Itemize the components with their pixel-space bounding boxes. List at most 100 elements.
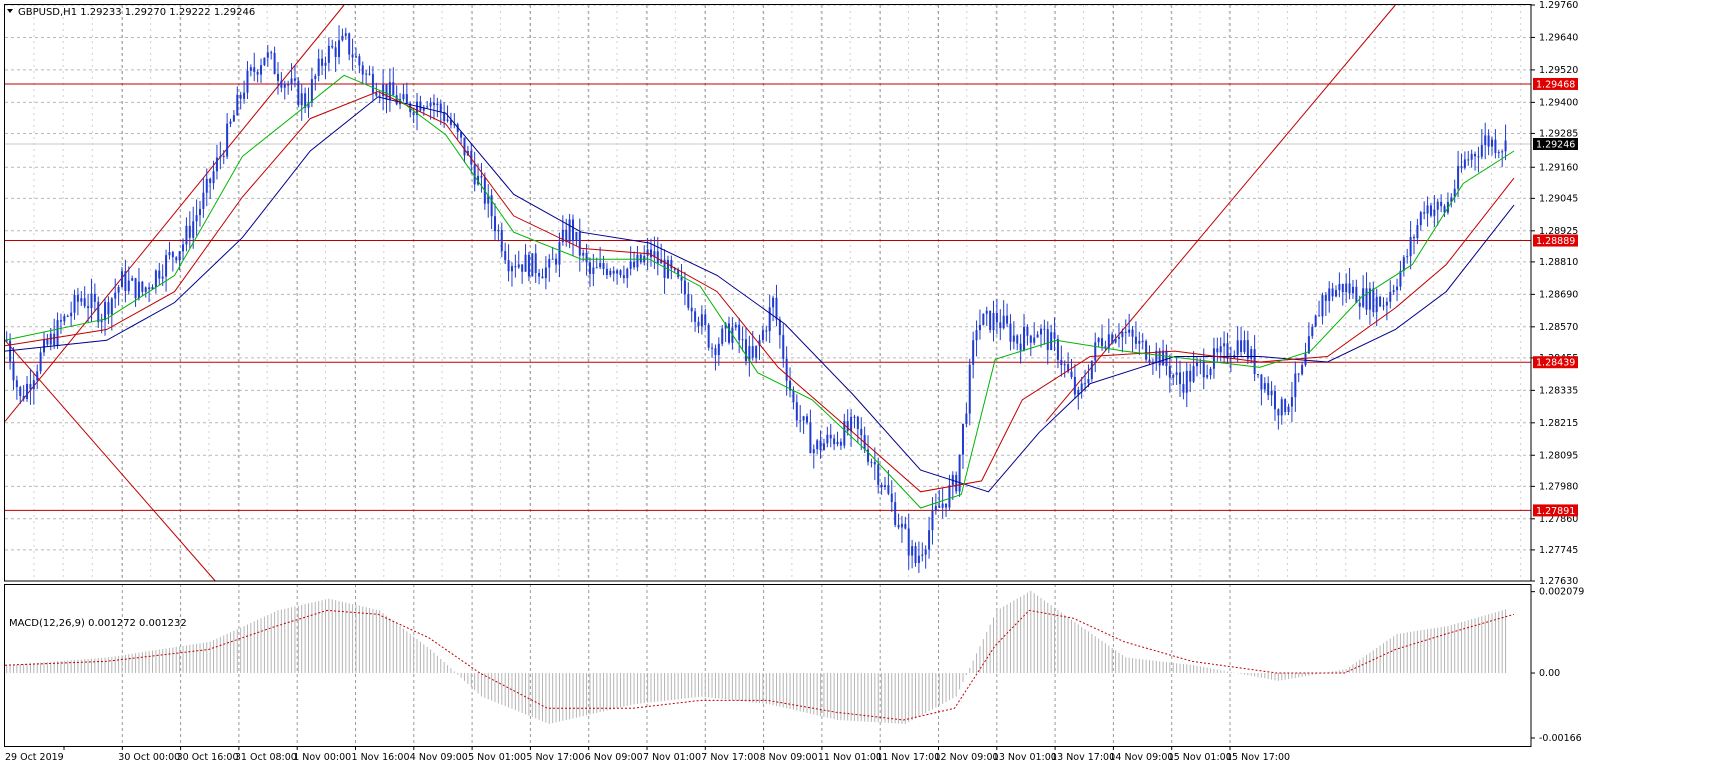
- candle-body: [697, 321, 700, 327]
- candle-body: [907, 528, 910, 556]
- candle-body: [494, 216, 497, 232]
- candle-body: [1477, 156, 1480, 158]
- candle-body: [198, 208, 201, 216]
- candle-body: [256, 71, 259, 75]
- candle-body: [1162, 350, 1165, 366]
- candle-body: [1138, 340, 1141, 344]
- candle-body: [914, 546, 917, 564]
- candle-body: [633, 261, 636, 268]
- candle-body: [639, 254, 642, 263]
- candle-body: [582, 252, 585, 256]
- time-axis-label: 13 Nov 17:00: [1051, 752, 1115, 763]
- candle-body: [958, 454, 961, 492]
- candle-body: [87, 306, 90, 309]
- candle-body: [1223, 343, 1226, 347]
- candle-body: [1487, 135, 1490, 147]
- candle-body: [1351, 286, 1354, 294]
- candle-body: [1202, 361, 1205, 378]
- candle-body: [938, 505, 941, 508]
- candle-body: [1124, 331, 1127, 333]
- macd-axis-label: 0.002079: [1539, 587, 1584, 598]
- candle-body: [694, 311, 697, 322]
- candle-body: [26, 383, 29, 400]
- candle-body: [365, 73, 368, 75]
- candle-body: [941, 503, 944, 508]
- candle-body: [185, 225, 188, 245]
- candle-body: [405, 94, 408, 104]
- candle-body: [1389, 291, 1392, 302]
- candle-body: [158, 270, 161, 279]
- candle-body: [419, 101, 422, 111]
- candle-body: [46, 339, 49, 345]
- price-axis-label: 1.29640: [1539, 32, 1578, 43]
- macd-axis-label: 0.00: [1539, 668, 1560, 679]
- candle-body: [707, 324, 710, 348]
- candle-body: [1416, 225, 1419, 239]
- candle-body: [1026, 326, 1029, 336]
- candle-body: [1321, 295, 1324, 317]
- candle-body: [141, 281, 144, 292]
- candle-body: [578, 232, 581, 256]
- candle-body: [721, 328, 724, 344]
- candle-body: [290, 78, 293, 85]
- candle-body: [1318, 315, 1321, 317]
- candle-body: [1060, 359, 1063, 366]
- candle-body: [527, 254, 530, 277]
- candle-body: [978, 324, 981, 331]
- candle-body: [680, 277, 683, 281]
- price-chart[interactable]: 1.29760 1.29640 1.29520 1.29400 1.29285 1.291…: [0, 0, 1725, 764]
- candle-body: [15, 380, 18, 388]
- candle-body: [799, 420, 802, 422]
- candle-body: [293, 78, 296, 81]
- candle-body: [1246, 340, 1249, 359]
- price-axis-label: 1.28095: [1539, 450, 1578, 461]
- candle-body: [599, 263, 602, 268]
- candle-body: [555, 258, 558, 265]
- candle-body: [1009, 323, 1012, 342]
- candle-body: [968, 364, 971, 414]
- candle-body: [300, 93, 303, 106]
- candle-body: [76, 294, 79, 302]
- candle-body: [829, 434, 832, 439]
- candle-body: [1314, 315, 1317, 327]
- candle-body: [1409, 237, 1412, 257]
- candle-body: [782, 335, 785, 359]
- candle-body: [1270, 391, 1273, 396]
- candle-body: [544, 267, 547, 279]
- candle-body: [1121, 331, 1124, 338]
- candle-body: [134, 278, 137, 299]
- candle-body: [1111, 334, 1114, 343]
- candle-body: [463, 137, 466, 156]
- candle-body: [446, 119, 449, 121]
- candle-body: [1294, 373, 1297, 398]
- candle-body: [310, 79, 313, 103]
- candle-body: [154, 270, 157, 287]
- candle-body: [714, 348, 717, 356]
- candle-body: [1328, 288, 1331, 301]
- candle-body: [1429, 205, 1432, 216]
- candle-body: [1192, 366, 1195, 382]
- candle-body: [351, 54, 354, 58]
- candle-body: [1460, 166, 1463, 168]
- candle-body: [1090, 360, 1093, 379]
- candle-body: [249, 67, 252, 71]
- candle-body: [1419, 212, 1422, 226]
- candle-body: [1039, 328, 1042, 335]
- candle-body: [1504, 140, 1507, 152]
- symbol-header[interactable]: GBPUSD,H1 1.29233 1.29270 1.29222 1.2924…: [7, 7, 255, 18]
- candle-body: [833, 438, 836, 445]
- price-axis-label: 1.28810: [1539, 257, 1578, 268]
- candle-body: [1392, 290, 1395, 292]
- candle-body: [124, 271, 127, 292]
- candle-body: [39, 352, 42, 372]
- candle-body: [1073, 376, 1076, 395]
- candle-body: [622, 275, 625, 279]
- candle-body: [66, 315, 69, 317]
- candle-body: [297, 80, 300, 106]
- candle-body: [1036, 334, 1039, 338]
- candle-body: [768, 307, 771, 332]
- candle-body: [819, 440, 822, 451]
- candle-body: [1385, 301, 1388, 306]
- candle-body: [728, 323, 731, 343]
- candle-body: [646, 249, 649, 256]
